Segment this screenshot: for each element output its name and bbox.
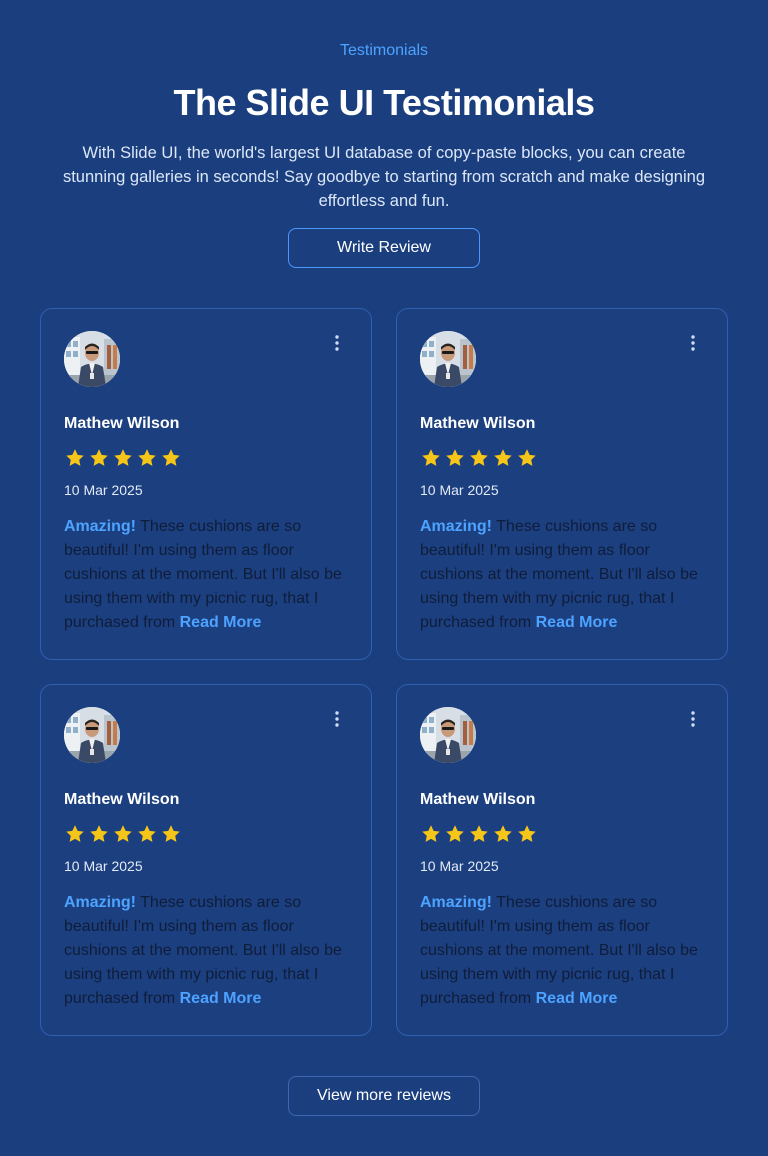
star-icon	[138, 449, 156, 466]
star-icon	[162, 825, 180, 842]
review-date: 10 Mar 2025	[64, 858, 143, 874]
section-subtitle: With Slide UI, the world's largest UI da…	[62, 144, 706, 210]
star-rating	[64, 447, 182, 469]
read-more-link[interactable]: Read More	[536, 614, 618, 631]
more-vertical-icon[interactable]	[681, 707, 705, 731]
review-date: 10 Mar 2025	[420, 482, 499, 498]
review-card: Mathew Wilson 10 Mar 2025 Amazing! These…	[396, 684, 728, 1036]
star-icon	[422, 825, 440, 842]
more-vertical-icon[interactable]	[325, 707, 349, 731]
star-icon	[66, 825, 84, 842]
star-icon	[518, 825, 536, 842]
review-highlight: Amazing!	[420, 894, 492, 911]
read-more-link[interactable]: Read More	[180, 614, 262, 631]
star-icon	[162, 449, 180, 466]
star-icon	[90, 825, 108, 842]
page-title: The Slide UI Testimonials	[173, 82, 595, 123]
review-highlight: Amazing!	[64, 894, 136, 911]
star-icon	[518, 449, 536, 466]
star-rating	[420, 447, 538, 469]
review-card: Mathew Wilson 10 Mar 2025 Amazing! These…	[40, 684, 372, 1036]
review-text: Amazing! These cushions are so beautiful…	[64, 515, 354, 635]
star-icon	[446, 449, 464, 466]
star-icon	[138, 825, 156, 842]
star-icon	[470, 825, 488, 842]
more-vertical-icon[interactable]	[325, 331, 349, 355]
reviewer-name: Mathew Wilson	[64, 415, 180, 432]
star-icon	[446, 825, 464, 842]
star-rating	[420, 823, 538, 845]
read-more-link[interactable]: Read More	[180, 990, 262, 1007]
reviewer-name: Mathew Wilson	[420, 415, 536, 432]
reviewer-name: Mathew Wilson	[64, 791, 180, 808]
testimonials-section: Testimonials The Slide UI Testimonials W…	[0, 0, 768, 1156]
star-icon	[114, 449, 132, 466]
review-card: Mathew Wilson 10 Mar 2025 Amazing! These…	[396, 308, 728, 660]
star-icon	[66, 449, 84, 466]
more-vertical-icon[interactable]	[681, 331, 705, 355]
review-text: Amazing! These cushions are so beautiful…	[420, 515, 710, 635]
star-icon	[114, 825, 132, 842]
write-review-button[interactable]: Write Review	[288, 228, 480, 268]
star-icon	[422, 449, 440, 466]
avatar	[420, 707, 476, 763]
section-eyebrow: Testimonials	[339, 42, 429, 59]
avatar	[420, 331, 476, 387]
view-more-reviews-button[interactable]: View more reviews	[288, 1076, 480, 1116]
star-icon	[90, 449, 108, 466]
avatar	[64, 707, 120, 763]
star-rating	[64, 823, 182, 845]
review-text: Amazing! These cushions are so beautiful…	[64, 891, 354, 1011]
review-text: Amazing! These cushions are so beautiful…	[420, 891, 710, 1011]
review-date: 10 Mar 2025	[420, 858, 499, 874]
star-icon	[470, 449, 488, 466]
star-icon	[494, 449, 512, 466]
read-more-link[interactable]: Read More	[536, 990, 618, 1007]
review-date: 10 Mar 2025	[64, 482, 143, 498]
star-icon	[494, 825, 512, 842]
review-card: Mathew Wilson 10 Mar 2025 Amazing! These…	[40, 308, 372, 660]
review-highlight: Amazing!	[64, 518, 136, 535]
review-highlight: Amazing!	[420, 518, 492, 535]
avatar	[64, 331, 120, 387]
reviewer-name: Mathew Wilson	[420, 791, 536, 808]
